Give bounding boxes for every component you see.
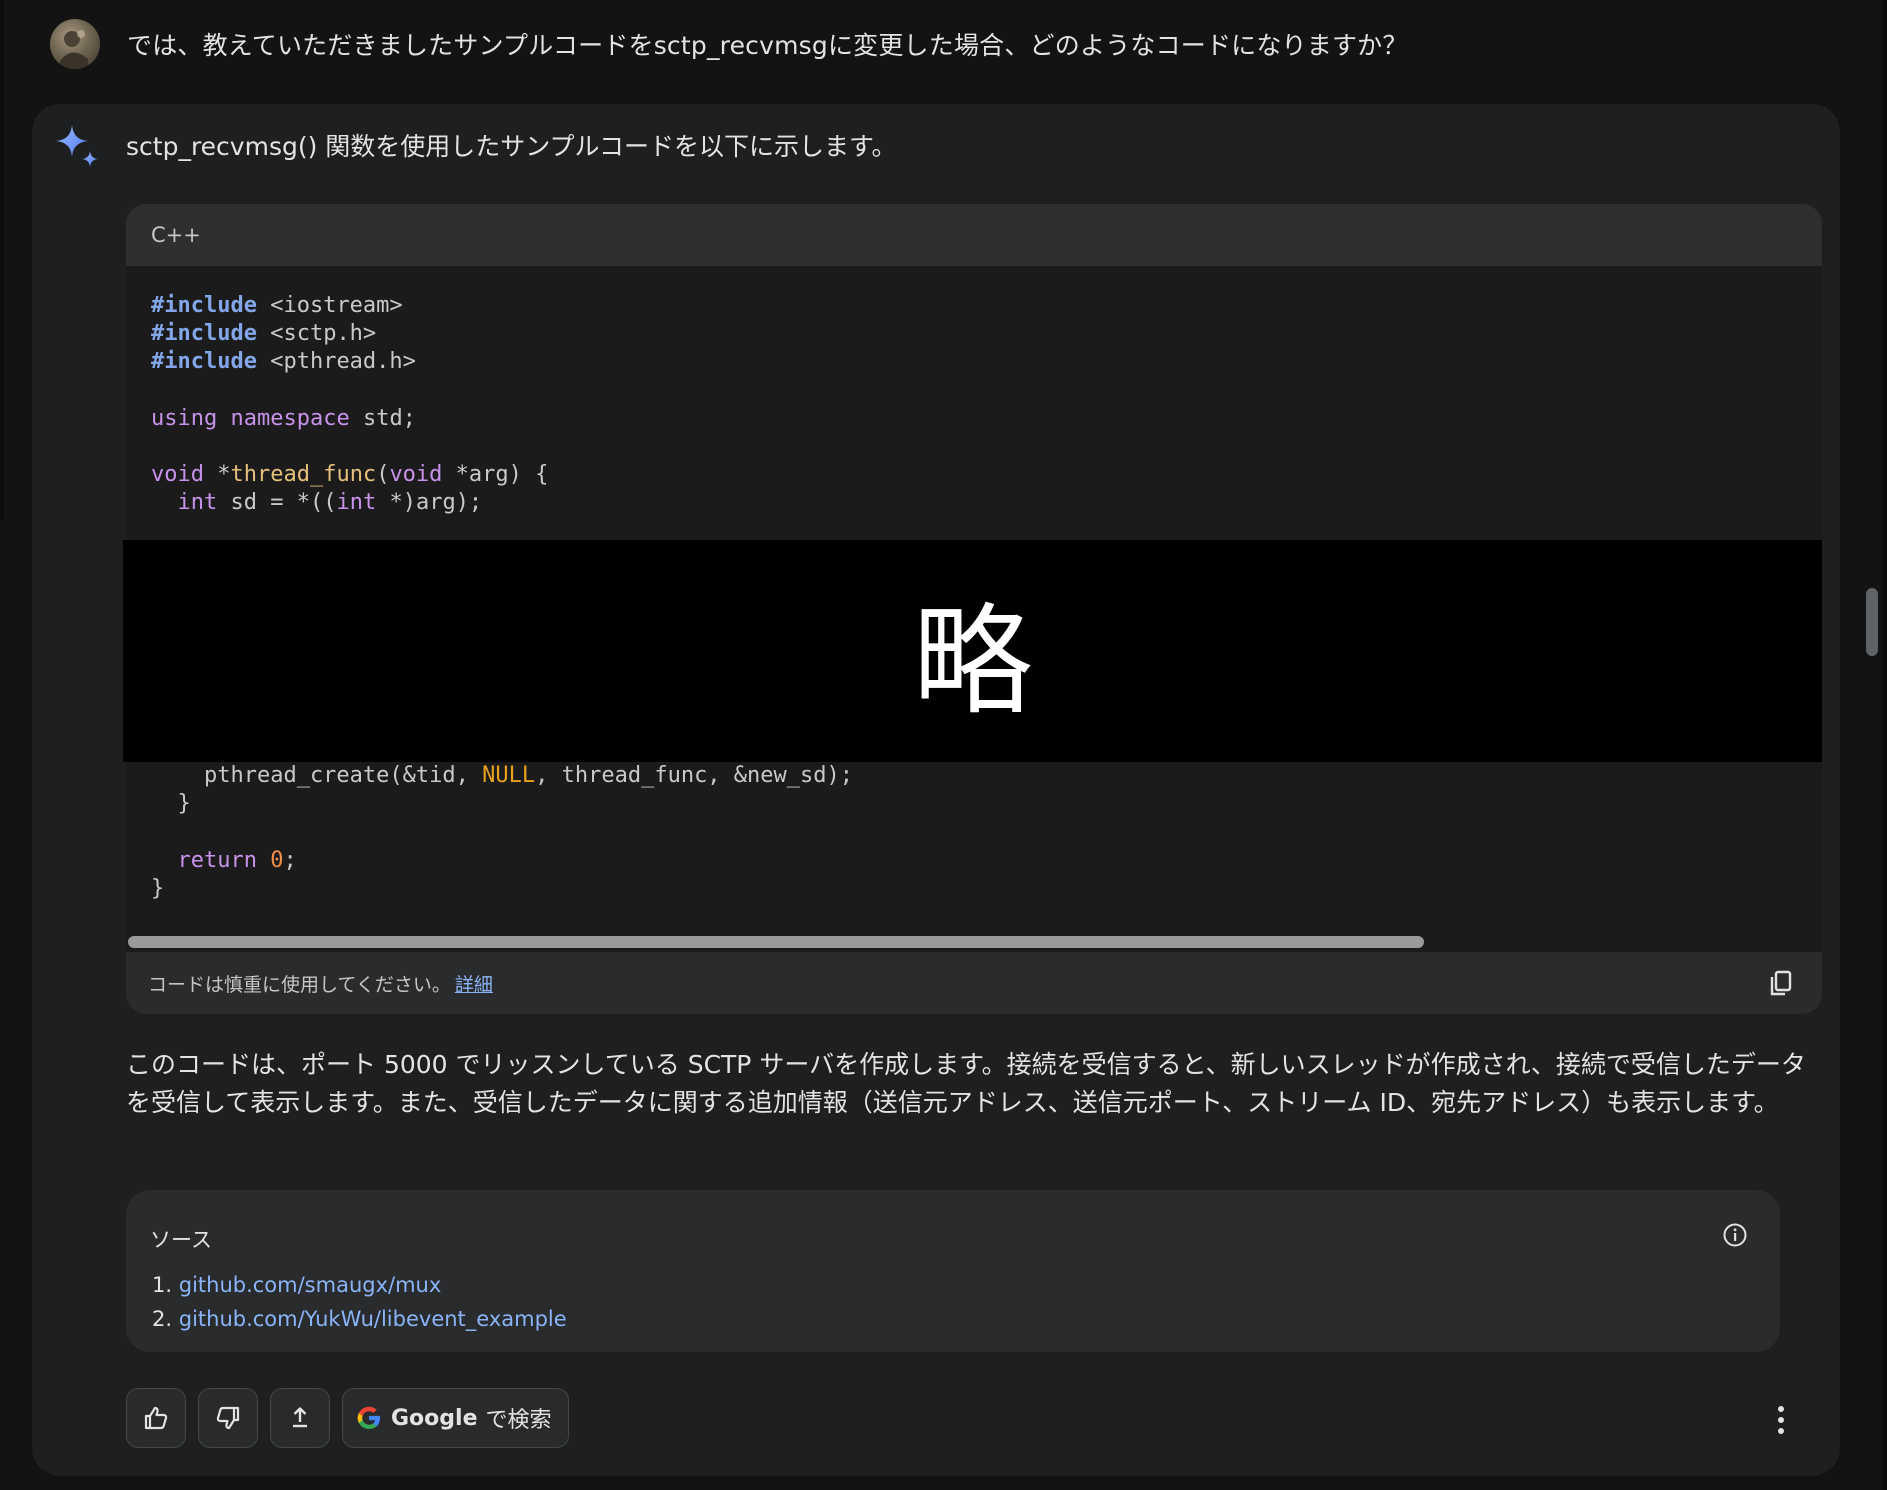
source-item: 2. github.com/YukWu/libevent_example — [152, 1302, 567, 1336]
user-message-row: では、教えていただきましたサンプルコードをsctp_recvmsgに変更した場合… — [50, 14, 1830, 74]
share-button[interactable] — [270, 1388, 330, 1448]
copy-icon[interactable] — [1766, 968, 1796, 998]
code-line: #include <pthread.h> — [151, 349, 416, 375]
info-icon[interactable] — [1722, 1222, 1748, 1248]
sources-title: ソース — [150, 1228, 212, 1252]
code-line: pthread_create(&tid, NULL, thread_func, … — [151, 763, 854, 788]
source-link[interactable]: github.com/YukWu/libevent_example — [179, 1307, 567, 1331]
source-item: 1. github.com/smaugx/mux — [152, 1268, 567, 1302]
redaction-text: 略 — [912, 593, 1033, 732]
code-line: } — [151, 791, 191, 817]
response-intro: sctp_recvmsg() 関数を使用したサンプルコードを以下に示します。 — [126, 132, 897, 161]
code-horizontal-scrollbar[interactable] — [128, 936, 1424, 948]
code-line: #include <sctp.h> — [151, 321, 377, 347]
window-edge-right — [1883, 0, 1887, 1490]
more-vert-icon[interactable] — [1766, 1400, 1796, 1440]
page-vertical-scrollbar[interactable] — [1866, 588, 1878, 656]
code-line: return 0; — [177, 847, 297, 873]
redaction-overlay: 略 — [123, 540, 1822, 762]
google-label: Google — [391, 1405, 478, 1431]
response-explanation: このコードは、ポート 5000 でリッスンしている SCTP サーバを作成します… — [126, 1050, 1806, 1117]
sparkle-icon — [56, 125, 98, 167]
google-suffix: で検索 — [485, 1408, 552, 1433]
avatar[interactable] — [50, 19, 100, 69]
window-edge-left — [0, 0, 4, 520]
google-search-button[interactable]: Google で検索 — [342, 1388, 569, 1448]
sources-list: 1. github.com/smaugx/mux 2. github.com/Y… — [152, 1268, 567, 1336]
code-line: using namespace std; — [151, 405, 416, 431]
code-line: void *thread_func(void *arg) { — [151, 462, 549, 488]
thumbs-up-icon — [144, 1406, 168, 1430]
code-caution-text: コードは慎重に使用してください。 — [148, 973, 451, 996]
google-g-icon — [357, 1406, 380, 1429]
user-message-text: では、教えていただきましたサンプルコードをsctp_recvmsgに変更した場合… — [127, 31, 1408, 60]
code-line: int sd = *((int *)arg); — [177, 490, 483, 516]
sources-panel: ソース 1. github.com/smaugx/mux 2. github.c… — [126, 1190, 1780, 1352]
source-number: 1. — [152, 1273, 173, 1297]
code-details-link[interactable]: 詳細 — [455, 970, 493, 997]
share-icon — [293, 1407, 307, 1428]
response-actions: Google で検索 — [126, 1388, 569, 1450]
code-content-top[interactable]: #include <iostream> #include <sctp.h> #inc… — [151, 292, 548, 518]
code-content-bottom[interactable]: pthread_create(&tid, NULL, thread_func, … — [151, 762, 853, 903]
code-language-label: C++ — [126, 204, 1822, 266]
thumbs-down-icon — [216, 1406, 240, 1430]
code-line: } — [151, 875, 165, 901]
code-line: #include <iostream> — [151, 293, 403, 318]
code-footer: コードは慎重に使用してください。 詳細 — [126, 952, 1822, 1014]
source-link[interactable]: github.com/smaugx/mux — [179, 1273, 442, 1297]
thumbs-down-button[interactable] — [198, 1388, 258, 1448]
thumbs-up-button[interactable] — [126, 1388, 186, 1448]
source-number: 2. — [152, 1307, 173, 1331]
